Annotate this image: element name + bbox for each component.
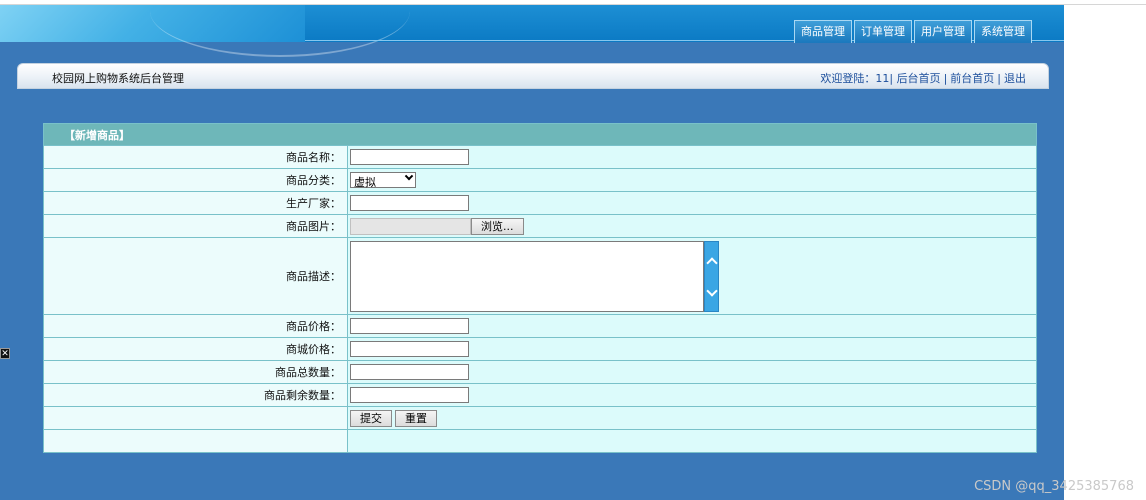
header-banner: 商品管理 订单管理 用户管理 系统管理	[0, 5, 1064, 57]
logout-link[interactable]: 退出	[1004, 72, 1026, 85]
name-label: 商品名称：	[43, 145, 348, 169]
mall-price-label: 商城价格：	[43, 337, 348, 361]
name-cell	[347, 145, 1037, 169]
title-strip: 校园网上购物系统后台管理 欢迎登陆：11| 后台首页 | 前台首页 | 退出	[17, 63, 1049, 89]
admin-app: 商品管理 订单管理 用户管理 系统管理 校园网上购物系统后台管理 欢迎登陆：11…	[0, 5, 1064, 500]
close-icon[interactable]: ✕	[0, 348, 10, 359]
description-textarea-wrap	[350, 241, 719, 312]
form-empty-row	[43, 429, 1037, 453]
form-row: 商品名称：	[43, 145, 1037, 169]
chevron-down-icon	[404, 171, 414, 181]
empty-value-cell	[347, 429, 1037, 453]
form-row: 商品总数量：	[43, 360, 1037, 384]
watermark: CSDN @qq_3425385768	[974, 479, 1134, 494]
user-links: 欢迎登陆：11| 后台首页 | 前台首页 | 退出	[820, 70, 1026, 86]
manufacturer-cell	[347, 191, 1037, 215]
category-cell: 虚拟	[347, 168, 1037, 192]
header-swirl-decoration	[150, 5, 410, 57]
add-product-form: 【新增商品】 商品名称： 商品分类： 虚拟 生产厂家： 商品图片： 浏览... …	[43, 123, 1037, 453]
submit-button[interactable]: 提交	[350, 409, 392, 427]
welcome-text: 欢迎登陆：11|	[820, 72, 894, 85]
remaining-quantity-input[interactable]	[350, 387, 469, 403]
form-row: 商品价格：	[43, 314, 1037, 338]
tab-system-management[interactable]: 系统管理	[974, 20, 1032, 43]
form-actions-row: 提交 重置	[43, 406, 1037, 430]
reset-button[interactable]: 重置	[395, 409, 437, 427]
remain-qty-cell	[347, 383, 1037, 407]
mall-price-cell	[347, 337, 1037, 361]
form-caption-row: 【新增商品】	[43, 123, 1037, 146]
top-nav: 商品管理 订单管理 用户管理 系统管理	[794, 20, 1032, 43]
form-row: 商品图片： 浏览...	[43, 214, 1037, 238]
textarea-scrollbar[interactable]	[704, 241, 719, 312]
description-label: 商品描述：	[43, 237, 348, 315]
page-title: 校园网上购物系统后台管理	[52, 72, 184, 85]
image-file-picker: 浏览...	[350, 217, 524, 235]
category-selected-value: 虚拟	[354, 176, 376, 189]
tab-user-management[interactable]: 用户管理	[914, 20, 972, 43]
manufacturer-label: 生产厂家：	[43, 191, 348, 215]
manufacturer-input[interactable]	[350, 195, 469, 211]
browse-button[interactable]: 浏览...	[471, 217, 524, 235]
tab-product-management[interactable]: 商品管理	[794, 20, 852, 43]
form-row: 商品分类： 虚拟	[43, 168, 1037, 192]
empty-label-cell	[43, 429, 348, 453]
image-file-path-field[interactable]	[350, 217, 471, 235]
price-cell	[347, 314, 1037, 338]
form-row: 商城价格：	[43, 337, 1037, 361]
image-cell: 浏览...	[347, 214, 1037, 238]
category-label: 商品分类：	[43, 168, 348, 192]
description-cell	[347, 237, 1037, 315]
form-caption: 【新增商品】	[43, 123, 1037, 146]
total-quantity-input[interactable]	[350, 364, 469, 380]
product-name-input[interactable]	[350, 149, 469, 165]
link-separator: |	[943, 72, 948, 85]
total-qty-label: 商品总数量：	[43, 360, 348, 384]
total-qty-cell	[347, 360, 1037, 384]
form-row: 生产厂家：	[43, 191, 1037, 215]
description-textarea[interactable]	[350, 241, 704, 312]
chevron-up-icon[interactable]	[706, 257, 718, 269]
image-label: 商品图片：	[43, 214, 348, 238]
tab-order-management[interactable]: 订单管理	[854, 20, 912, 43]
link-separator: |	[997, 72, 1001, 85]
header-logo-area	[0, 5, 410, 57]
form-row: 商品描述：	[43, 237, 1037, 315]
actions-cell: 提交 重置	[347, 406, 1037, 430]
admin-home-link[interactable]: 后台首页	[897, 72, 941, 85]
actions-label-cell	[43, 406, 348, 430]
form-row: 商品剩余数量：	[43, 383, 1037, 407]
remain-qty-label: 商品剩余数量：	[43, 383, 348, 407]
price-input[interactable]	[350, 318, 469, 334]
front-home-link[interactable]: 前台首页	[950, 72, 994, 85]
price-label: 商品价格：	[43, 314, 348, 338]
category-select[interactable]: 虚拟	[350, 171, 416, 189]
mall-price-input[interactable]	[350, 341, 469, 357]
chevron-down-icon[interactable]	[706, 285, 718, 297]
